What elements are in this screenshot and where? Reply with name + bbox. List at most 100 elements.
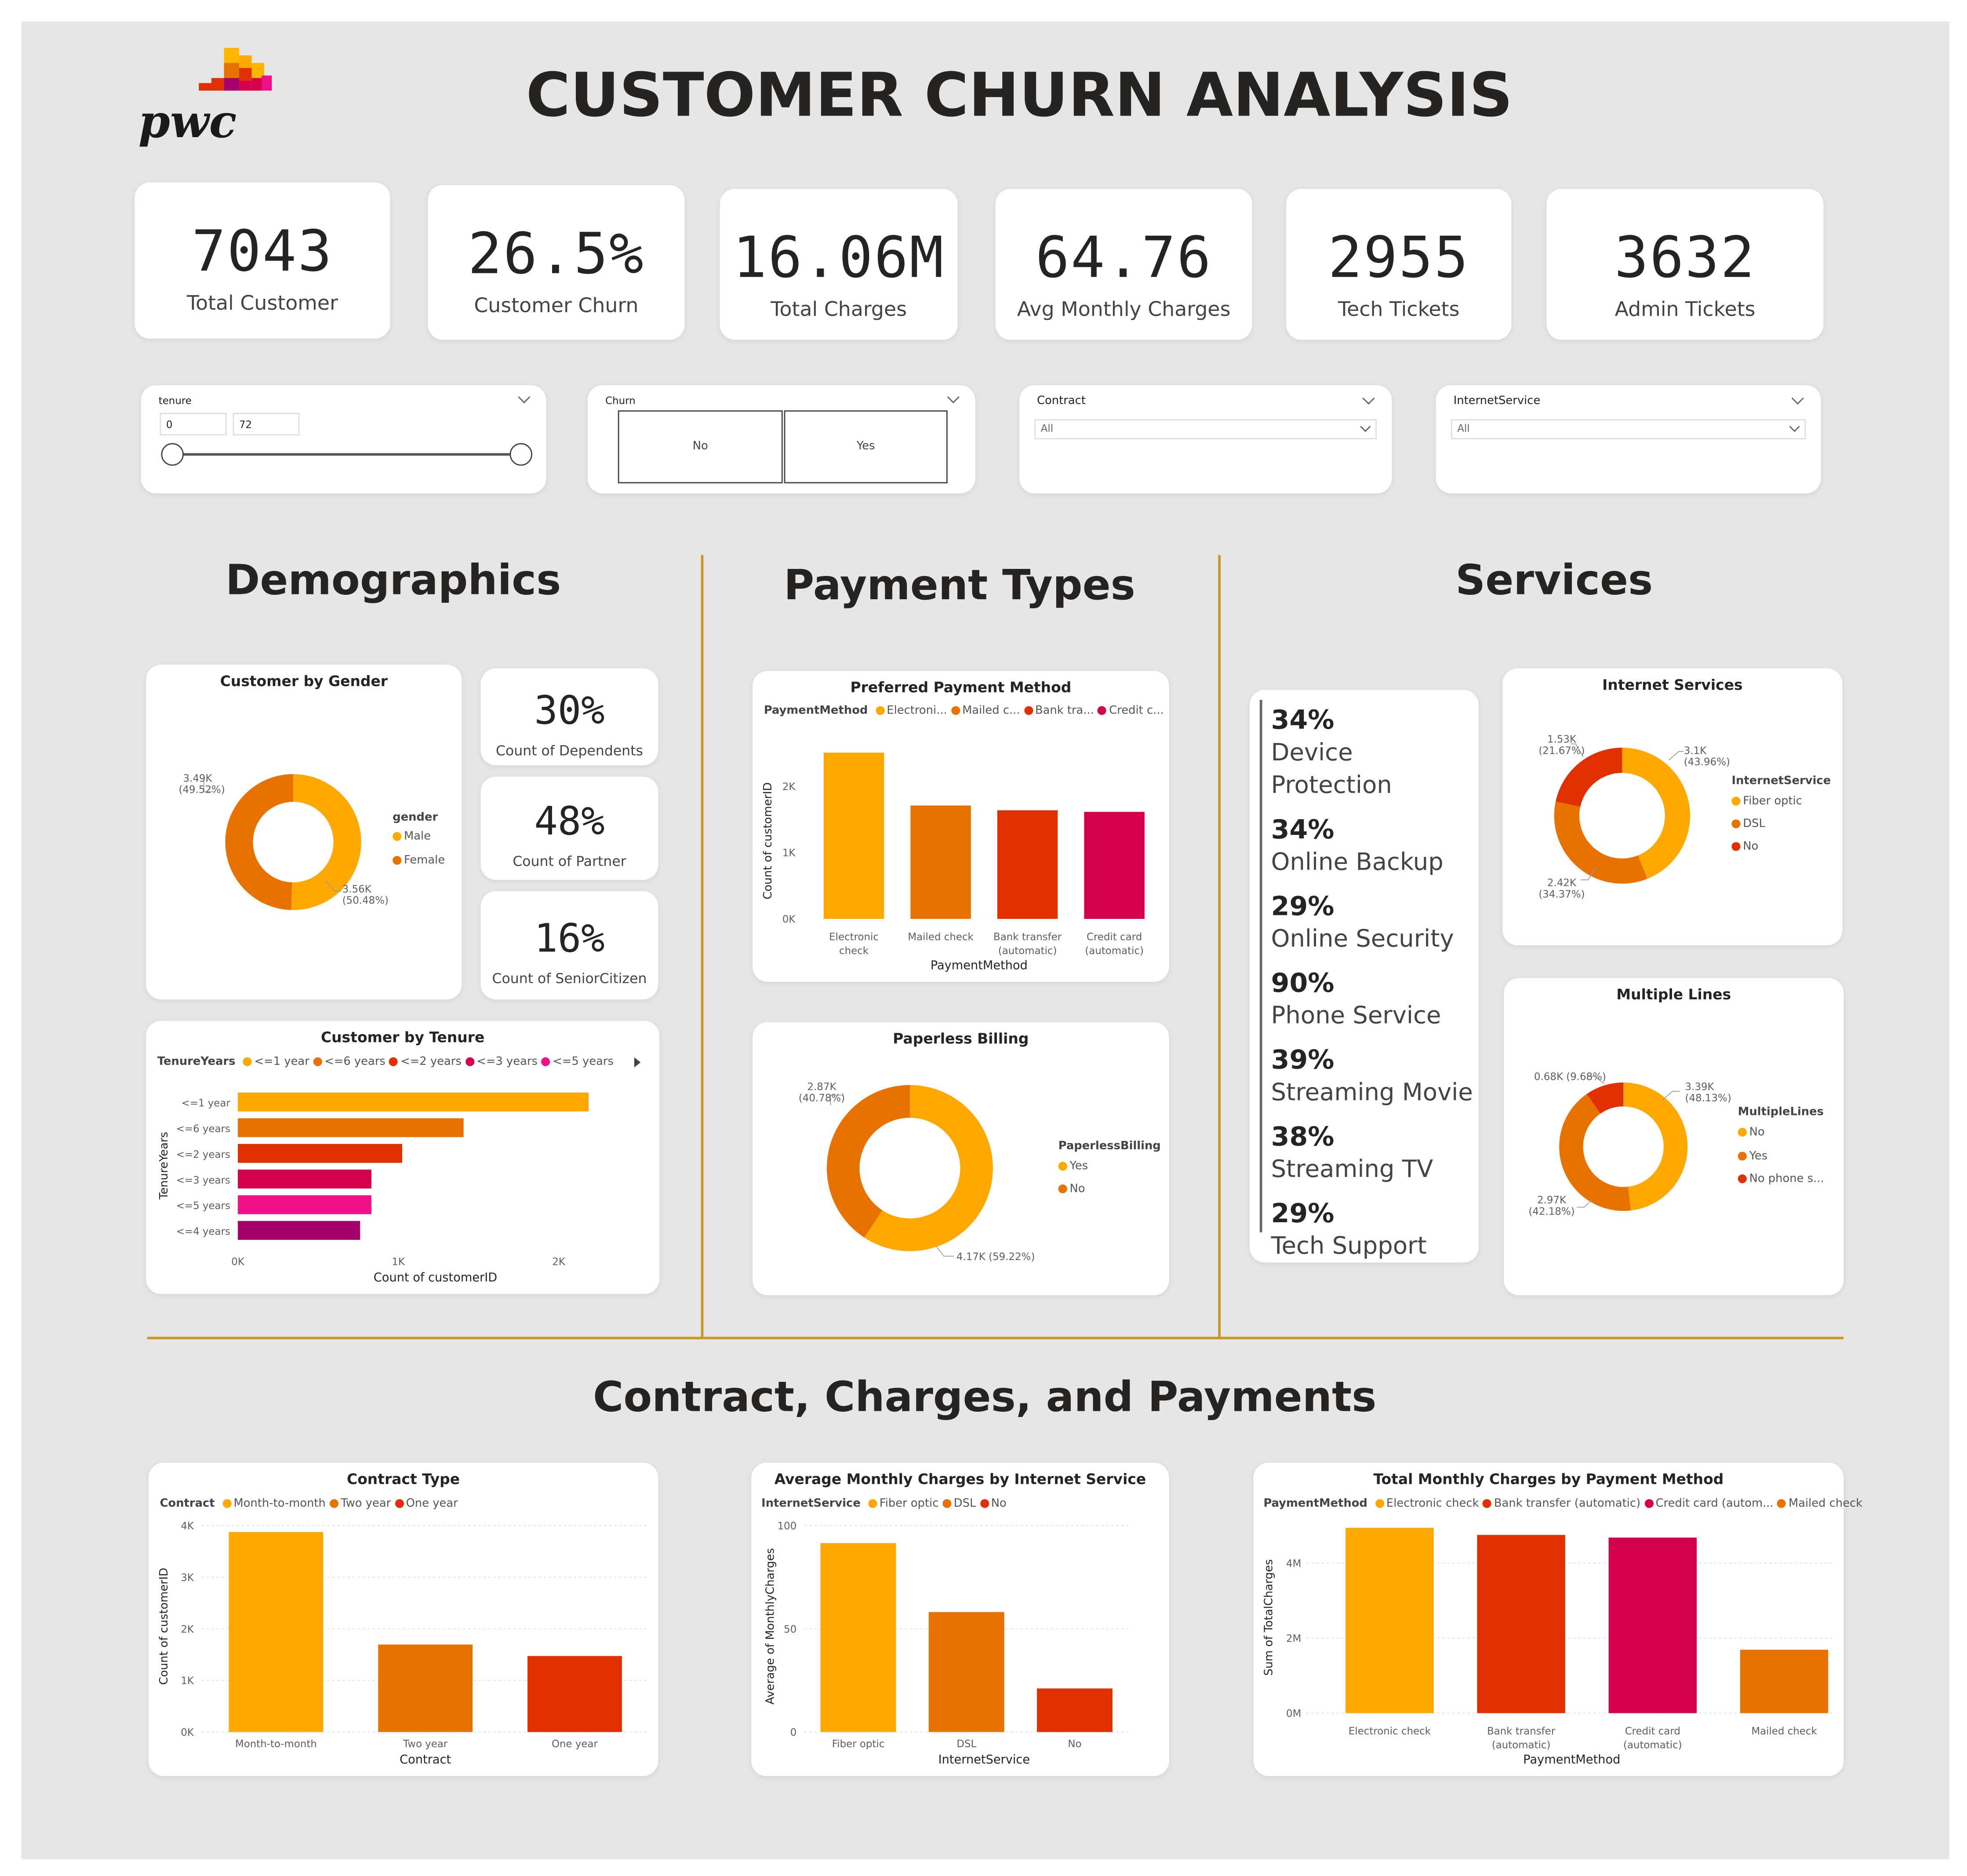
churn-option-yes[interactable]: Yes xyxy=(784,410,948,484)
data-label-pct: (43.96%) xyxy=(1683,756,1730,768)
x-tick-label: 2K xyxy=(552,1256,566,1268)
donut-slice-no[interactable] xyxy=(1623,1082,1688,1211)
y-axis-title: TenureYears xyxy=(158,1132,171,1200)
bar--6-years[interactable] xyxy=(238,1118,464,1137)
data-label-value: 2.42K xyxy=(1547,877,1576,889)
bar-credit-card-automatic-[interactable] xyxy=(1608,1537,1697,1713)
internet-service-dropdown[interactable]: All xyxy=(1451,419,1806,440)
legend-item[interactable]: Yes xyxy=(1058,1161,1088,1173)
x-tick-label: Fiber optic xyxy=(832,1738,885,1750)
bar-no[interactable] xyxy=(1037,1688,1113,1732)
slider-max-handle[interactable] xyxy=(509,443,533,466)
legend-item[interactable]: DSL xyxy=(1731,818,1765,831)
bar-month-to-month[interactable] xyxy=(229,1532,324,1732)
services-list-accent xyxy=(1259,699,1262,1232)
customer-by-tenure-card: Customer by Tenure TenureYears <=1 year <=… xyxy=(146,1020,660,1294)
bar--3-years[interactable] xyxy=(238,1169,371,1189)
churn-option-no[interactable]: No xyxy=(618,410,783,484)
internet-service-slicer[interactable]: InternetService All xyxy=(1436,385,1821,494)
chevron-down-icon[interactable] xyxy=(947,391,960,404)
divider xyxy=(701,555,704,1337)
legend-dot xyxy=(1738,1174,1747,1184)
service-item: 34% Device Protection xyxy=(1271,703,1479,801)
slicer-label: Churn xyxy=(605,395,636,407)
bar--5-years[interactable] xyxy=(238,1195,371,1214)
tenure-slicer[interactable]: tenure 0 72 xyxy=(141,385,546,494)
legend-item[interactable]: Fiber optic xyxy=(1731,795,1802,808)
legend-item[interactable]: No xyxy=(1058,1183,1085,1196)
bar-mailed-check[interactable] xyxy=(910,805,971,919)
legend-item[interactable]: Male xyxy=(393,831,431,843)
legend-title: gender xyxy=(393,812,438,825)
bar-mailed-check[interactable] xyxy=(1740,1650,1829,1713)
legend-title: MultipleLines xyxy=(1738,1106,1824,1119)
contract-slicer[interactable]: Contract All xyxy=(1019,385,1392,494)
dashboard: pwc CUSTOMER CHURN ANALYSIS 7043 Total C… xyxy=(0,0,1967,1876)
y-tick-label: <=2 years xyxy=(176,1149,230,1160)
bar-fiber-optic[interactable] xyxy=(820,1543,896,1732)
y-tick-label: 0K xyxy=(782,914,796,925)
data-label: 3.56K (50.48%) xyxy=(342,884,389,907)
legend-item[interactable]: No xyxy=(1731,841,1758,853)
legend-item[interactable]: No phone s... xyxy=(1738,1173,1824,1186)
tenure-max-input[interactable]: 72 xyxy=(233,413,300,436)
chevron-down-icon[interactable] xyxy=(518,391,531,404)
legend-dot xyxy=(1731,819,1741,828)
bar-dsl[interactable] xyxy=(928,1612,1004,1732)
x-tick-label: (automatic) xyxy=(1492,1740,1551,1751)
x-tick-label: No xyxy=(1068,1738,1081,1750)
churn-slicer[interactable]: Churn No Yes xyxy=(588,385,975,494)
chevron-down-icon[interactable] xyxy=(1362,392,1375,405)
bar-one-year[interactable] xyxy=(527,1656,622,1732)
bar-electronic-check[interactable] xyxy=(1345,1528,1434,1713)
tenure-bar-chart[interactable]: <=1 year <=6 years <=2 years <=3 years <=5 y… xyxy=(146,1021,659,1294)
avg-charges-bar-chart[interactable]: 0 50 100 Fiber optic DSL No xyxy=(751,1463,1169,1776)
contract-bar-chart[interactable]: 0K 1K 2K 3K 4K Month-to-month Two year One year xyxy=(149,1463,658,1776)
chevron-down-icon[interactable] xyxy=(1791,392,1804,405)
x-tick-label: Month-to-month xyxy=(235,1738,317,1750)
kpi-label: Avg Monthly Charges xyxy=(1017,297,1231,321)
stat-label: Count of Partner xyxy=(513,853,626,870)
x-axis-title: Contract xyxy=(400,1753,451,1767)
bar-bank-transfer-automatic-[interactable] xyxy=(1477,1535,1565,1713)
bar--4-years[interactable] xyxy=(238,1221,360,1240)
x-tick-label: DSL xyxy=(956,1738,976,1750)
donut-slice-yes[interactable] xyxy=(1559,1094,1631,1211)
service-name: Streaming TV xyxy=(1271,1155,1433,1184)
senior-citizen-stat-card: 16% Count of SeniorCitizen xyxy=(480,891,658,1000)
total-charges-by-payment-card: Total Monthly Charges by Payment Method … xyxy=(1253,1462,1862,1776)
bar-two-year[interactable] xyxy=(378,1644,473,1732)
kpi-label: Total Customer xyxy=(186,291,338,315)
service-item: 90% Phone Service xyxy=(1271,967,1479,1032)
data-label-pct: (21.67%) xyxy=(1538,745,1585,757)
donut-slice-no[interactable] xyxy=(1556,747,1622,807)
contract-type-card: Contract Type Contract Month-to-month Two … xyxy=(148,1462,658,1776)
legend-item[interactable]: Female xyxy=(393,855,445,867)
contract-dropdown[interactable]: All xyxy=(1034,419,1377,440)
bar-credit-card-automatic-[interactable] xyxy=(1084,812,1145,919)
slider-min-handle[interactable] xyxy=(161,443,184,466)
customer-by-gender-card: Customer by Gender 3.49K (49.52%) 3.56K (5… xyxy=(146,664,462,1000)
bar--1-year[interactable] xyxy=(238,1093,589,1112)
y-tick-label: 2K xyxy=(782,781,796,793)
kpi-value: 16.06M xyxy=(732,224,945,291)
donut-slice-dsl[interactable] xyxy=(1554,801,1647,884)
donut-slice-female[interactable] xyxy=(225,774,294,910)
total-charges-bar-chart[interactable]: 0M 2M 4M Electronic check Bank transfer (auto… xyxy=(1254,1463,1844,1776)
payment-bar-chart[interactable]: 0K 1K 2K Electronic check Mailed check Bank tr… xyxy=(753,671,1169,982)
services-list: 34% Device Protection 34% Online Backup 29% O… xyxy=(1271,703,1479,1274)
legend-dot xyxy=(393,832,402,841)
slider-track[interactable] xyxy=(174,453,521,456)
slicer-label: tenure xyxy=(158,395,192,407)
legend-item[interactable]: Yes xyxy=(1738,1151,1767,1163)
bar--2-years[interactable] xyxy=(238,1144,402,1163)
preferred-payment-method-card: Preferred Payment Method PaymentMethod El… xyxy=(753,670,1169,982)
y-axis-title: Average of MonthlyCharges xyxy=(765,1548,778,1705)
bar-bank-transfer-automatic-[interactable] xyxy=(997,810,1058,919)
donut-slice-no[interactable] xyxy=(826,1085,910,1238)
tenure-min-input[interactable]: 0 xyxy=(160,413,227,436)
bar-electronic-check[interactable] xyxy=(823,752,884,919)
legend-item[interactable]: No xyxy=(1738,1126,1765,1139)
multiple-lines-donut-chart[interactable] xyxy=(1504,978,1843,1295)
x-tick-label: Mailed check xyxy=(908,932,974,943)
